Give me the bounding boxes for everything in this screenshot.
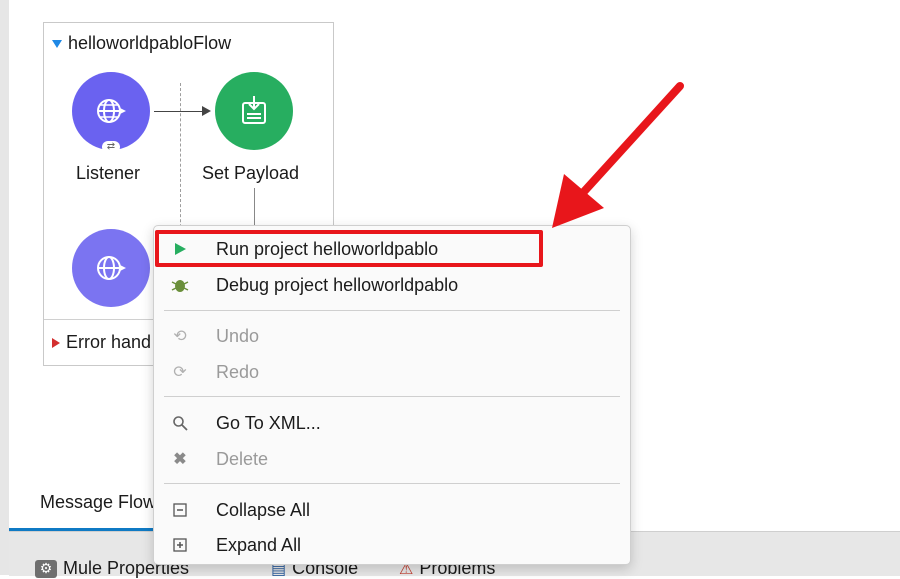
menu-item-collapse-all[interactable]: Collapse All — [154, 493, 630, 527]
menu-item-delete[interactable]: ✖ Delete — [154, 442, 630, 476]
context-menu: Run project helloworldpablo Debug projec… — [153, 225, 631, 565]
bug-icon — [170, 275, 190, 295]
error-handling-section[interactable]: Error hand — [52, 332, 151, 353]
globe-icon — [97, 99, 126, 123]
error-handling-label: Error hand — [66, 332, 152, 352]
left-rail — [0, 0, 9, 575]
menu-item-label: Run project helloworldpablo — [216, 238, 439, 259]
listener-node[interactable] — [72, 72, 150, 150]
menu-item-label: Collapse All — [216, 499, 311, 520]
redo-icon: ⟳ — [173, 364, 187, 381]
menu-item-label: Go To XML... — [216, 412, 321, 433]
listener-label: Listener — [76, 163, 141, 183]
menu-item-label: Delete — [216, 448, 269, 469]
menu-item-undo[interactable]: ⟲ Undo — [154, 319, 630, 353]
run-icon — [170, 239, 190, 259]
menu-item-expand-all[interactable]: Expand All — [154, 528, 630, 562]
menu-item-label: Undo — [216, 325, 260, 346]
delete-icon: ✖ — [173, 451, 187, 468]
flow-name: helloworldpabloFlow — [68, 33, 232, 53]
expand-icon — [170, 535, 190, 555]
payload-down-line — [254, 188, 255, 228]
set-payload-label: Set Payload — [202, 163, 300, 183]
menu-item-label: Expand All — [216, 534, 302, 555]
connector-arrow-icon — [202, 106, 211, 116]
menu-item-label: Redo — [216, 361, 260, 382]
globe-icon — [97, 256, 126, 280]
response-node[interactable] — [72, 229, 150, 307]
collapse-icon — [170, 500, 190, 520]
clipboard-icon — [242, 96, 266, 124]
tab-message-flow[interactable]: Message Flow — [40, 492, 156, 513]
expand-triangle-icon[interactable] — [52, 39, 62, 48]
connector-line — [154, 111, 204, 112]
menu-item-go-to-xml[interactable]: Go To XML... — [154, 406, 630, 440]
menu-separator — [164, 396, 620, 397]
sync-icon: ⇄ — [102, 141, 120, 153]
collapse-triangle-icon[interactable] — [52, 337, 60, 348]
set-payload-node[interactable] — [215, 72, 293, 150]
undo-icon: ⟲ — [173, 328, 187, 345]
search-icon — [170, 413, 190, 433]
menu-item-redo[interactable]: ⟳ Redo — [154, 355, 630, 389]
menu-separator — [164, 483, 620, 484]
menu-separator — [164, 310, 620, 311]
red-arrow-annotation-icon — [552, 82, 684, 228]
menu-item-debug[interactable]: Debug project helloworldpablo — [154, 268, 630, 302]
menu-item-label: Debug project helloworldpablo — [216, 274, 459, 295]
flow-header[interactable]: helloworldpabloFlow — [52, 33, 231, 54]
